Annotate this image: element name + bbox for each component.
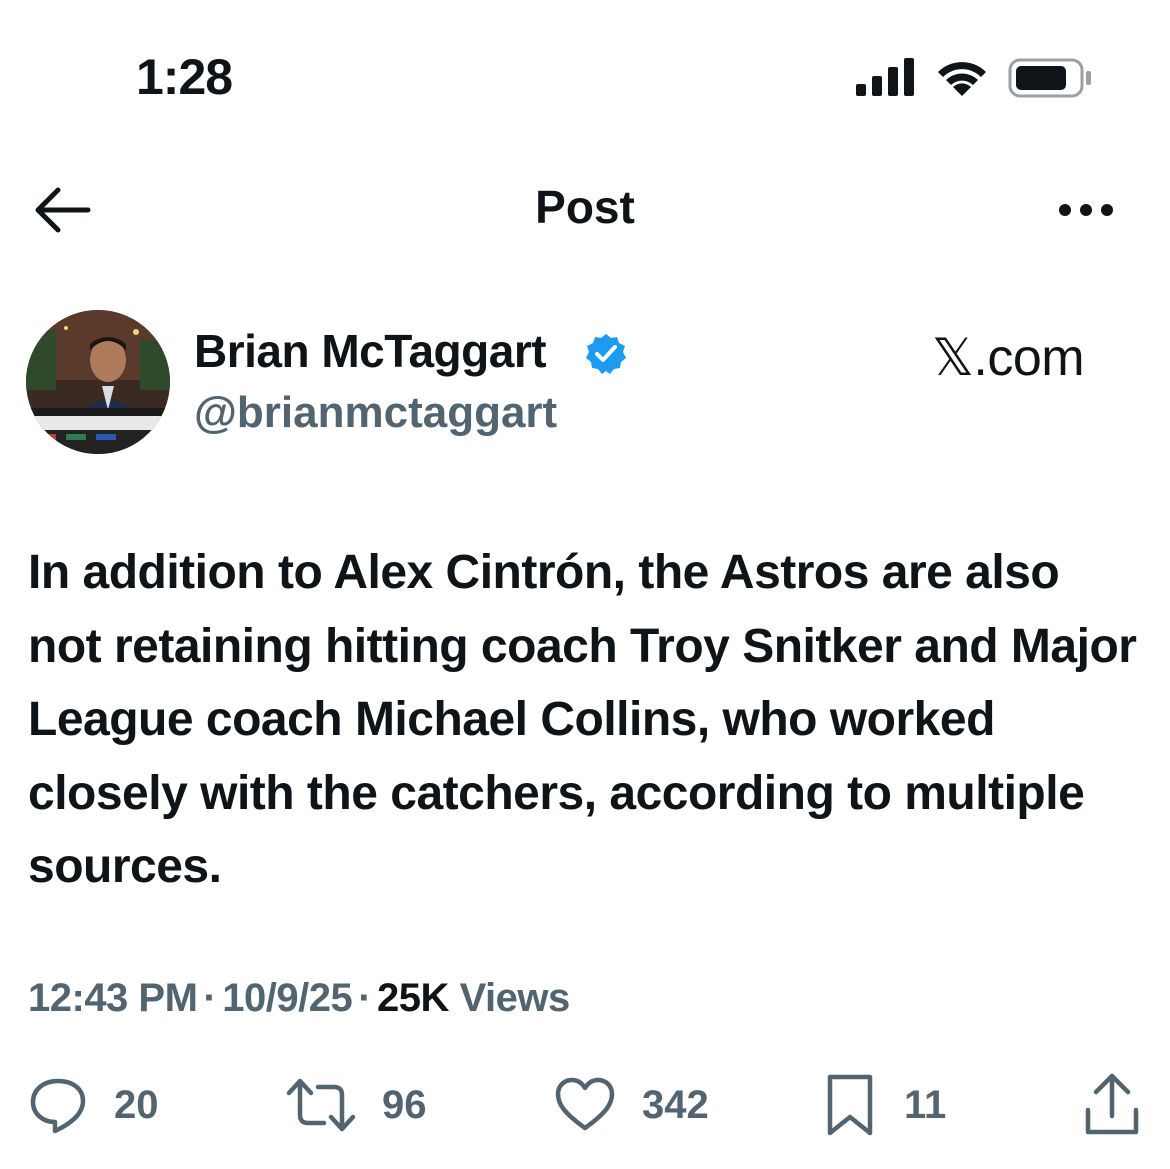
post-time: 12:43 PM xyxy=(28,976,198,1020)
avatar-image xyxy=(26,310,170,454)
like-count: 342 xyxy=(642,1082,709,1127)
more-options-button[interactable] xyxy=(1052,190,1122,230)
like-button[interactable]: 342 xyxy=(554,1070,709,1140)
battery-icon xyxy=(1008,58,1091,98)
top-nav: Post xyxy=(0,160,1170,260)
views-label: Views xyxy=(459,976,571,1020)
meta-separator: · xyxy=(203,976,217,1020)
repost-button[interactable]: 96 xyxy=(286,1070,427,1140)
share-icon xyxy=(1085,1073,1139,1135)
views-count[interactable]: 25K xyxy=(377,976,449,1020)
verified-icon xyxy=(586,334,626,374)
repost-icon xyxy=(286,1078,356,1132)
author-handle[interactable]: @brianmctaggart xyxy=(194,388,557,438)
source-label: 𝕏.com xyxy=(932,329,1085,387)
page-title: Post xyxy=(535,181,635,233)
more-icon xyxy=(1059,204,1113,216)
action-bar: 20 96 342 11 xyxy=(0,1070,1170,1150)
meta-separator: · xyxy=(358,976,372,1020)
post-text: In addition to Alex Cintrón, the Astros … xyxy=(28,546,1137,893)
like-icon xyxy=(555,1077,615,1131)
reply-button[interactable]: 20 xyxy=(28,1070,159,1140)
share-button[interactable] xyxy=(1082,1070,1142,1140)
wifi-icon xyxy=(938,62,986,96)
status-bar: 1:28 xyxy=(0,0,1170,150)
status-time: 1:28 xyxy=(136,49,233,105)
repost-count: 96 xyxy=(382,1082,427,1127)
reply-icon xyxy=(30,1078,86,1134)
avatar[interactable] xyxy=(26,310,170,454)
reply-count: 20 xyxy=(114,1082,159,1127)
post-meta: 12:43 PM · 10/9/25 · 25K Views xyxy=(28,976,570,1021)
bookmark-button[interactable]: 11 xyxy=(822,1070,946,1140)
author-name[interactable]: Brian McTaggart xyxy=(194,324,547,378)
bookmark-count: 11 xyxy=(904,1082,947,1127)
cellular-signal-icon xyxy=(856,58,914,96)
post-date: 10/9/25 xyxy=(222,976,353,1020)
bookmark-icon xyxy=(827,1074,873,1136)
